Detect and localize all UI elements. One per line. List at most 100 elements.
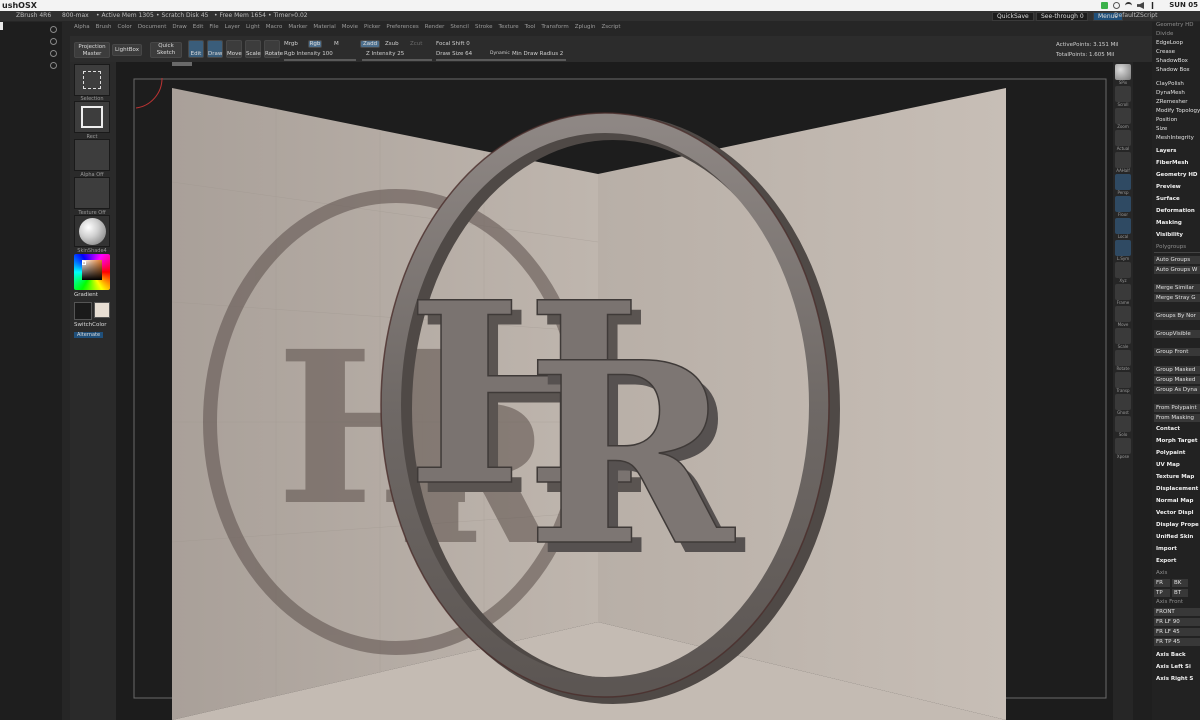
subpalette-texture-map[interactable]: Texture Map (1156, 474, 1194, 480)
shelf-xpose-button[interactable] (1115, 438, 1131, 454)
quicksave-button[interactable]: QuickSave (992, 12, 1034, 21)
menu-movie[interactable]: Movie (342, 24, 358, 30)
menu-stencil[interactable]: Stencil (450, 24, 469, 30)
section-layers[interactable]: Layers (1156, 148, 1176, 154)
shelf-rotate-button[interactable] (1115, 350, 1131, 366)
polygroup-button-11[interactable]: From Masking (1154, 414, 1200, 422)
axis-list-2[interactable]: FR LF 45 (1154, 628, 1200, 636)
quick-sketch-button[interactable]: Quick Sketch (150, 42, 182, 58)
menu-edit[interactable]: Edit (193, 24, 204, 30)
subpalette-displacement[interactable]: Displacement (1156, 486, 1198, 492)
shelf-scroll-button[interactable] (1115, 86, 1131, 102)
secondary-color-swatch[interactable] (94, 302, 110, 318)
clock[interactable]: SUN 05 (1169, 1, 1198, 9)
rect-swatch[interactable] (74, 101, 110, 133)
section-surface[interactable]: Surface (1156, 196, 1180, 202)
tool-top-0[interactable]: Geometry HD (1156, 22, 1194, 28)
power-icon[interactable] (1151, 2, 1154, 9)
color-picker[interactable] (74, 254, 110, 290)
draw-size-slider[interactable]: Draw Size 64 (436, 51, 472, 57)
tool-top-2[interactable]: EdgeLoop (1156, 40, 1183, 46)
axis-bottom-1[interactable]: Axis Left Si (1156, 664, 1191, 670)
subpalette-import[interactable]: Import (1156, 546, 1177, 552)
axis-bottom-2[interactable]: Axis Right S (1156, 676, 1193, 682)
subpalette-normal-map[interactable]: Normal Map (1156, 498, 1193, 504)
rgb-button[interactable]: Rgb (308, 40, 322, 48)
material-swatch[interactable] (74, 215, 110, 247)
alpha-swatch[interactable] (74, 139, 110, 171)
tool-top-8[interactable]: ZRemesher (1156, 99, 1187, 105)
axis-tp-button[interactable]: TP (1154, 589, 1170, 597)
dock-refresh-icon-1[interactable] (50, 26, 57, 33)
battery-icon[interactable] (1101, 2, 1108, 9)
polygroup-button-0[interactable]: Auto Groups (1154, 256, 1200, 264)
lightbox-button[interactable]: LightBox (112, 44, 142, 56)
main-color-swatch[interactable] (74, 302, 92, 320)
zsub-button[interactable]: Zsub (385, 41, 399, 47)
canvas-viewport[interactable]: H R H H R R (116, 62, 1117, 720)
subpalette-unified-skin[interactable]: Unified Skin (1156, 534, 1193, 540)
tool-top-6[interactable]: ClayPolish (1156, 81, 1184, 87)
section-geometry-hd[interactable]: Geometry HD (1156, 172, 1198, 178)
mrgb-button[interactable]: Mrgb (284, 41, 298, 47)
polygroup-button-7[interactable]: Group Masked (1154, 366, 1200, 374)
scale-button[interactable]: Scale (245, 40, 261, 58)
section-deformation[interactable]: Deformation (1156, 208, 1195, 214)
menu-brush[interactable]: Brush (96, 24, 112, 30)
focal-shift-slider[interactable]: Focal Shift 0 (436, 41, 470, 47)
subpalette-uv-map[interactable]: UV Map (1156, 462, 1180, 468)
tool-top-12[interactable]: MeshIntegrity (1156, 135, 1194, 141)
switchcolor-button[interactable]: SwitchColor (74, 322, 107, 328)
rgb-intensity-slider[interactable]: Rgb Intensity 100 (284, 51, 333, 57)
shelf-xyz-button[interactable] (1115, 262, 1131, 278)
canvas-drawing[interactable]: H R H H R R (116, 62, 1117, 720)
menu-alpha[interactable]: Alpha (74, 24, 90, 30)
menu-zscript[interactable]: Zscript (601, 24, 620, 30)
subpalette-export[interactable]: Export (1156, 558, 1176, 564)
axis-list-3[interactable]: FR TP 45 (1154, 638, 1200, 646)
zadd-button[interactable]: Zadd (360, 40, 380, 48)
shelf-persp-button[interactable] (1115, 174, 1131, 190)
section-visibility[interactable]: Visibility (1156, 232, 1183, 238)
shelf-ghost-button[interactable] (1115, 394, 1131, 410)
shelf-solo-button[interactable] (1115, 416, 1131, 432)
shelf-spix-button[interactable] (1115, 64, 1131, 80)
dock-refresh-icon-2[interactable] (50, 38, 57, 45)
polygroup-button-6[interactable]: Group Front (1154, 348, 1200, 356)
edit-button[interactable]: Edit (188, 40, 204, 58)
tool-top-10[interactable]: Position (1156, 117, 1177, 123)
shelf-move-button[interactable] (1115, 306, 1131, 322)
menu-preferences[interactable]: Preferences (386, 24, 418, 30)
polygroup-button-3[interactable]: Merge Stray G (1154, 294, 1200, 302)
dock-refresh-icon-4[interactable] (50, 62, 57, 69)
see-through-slider[interactable]: See-through 0 (1036, 12, 1088, 21)
shelf-frame-button[interactable] (1115, 284, 1131, 300)
zcut-button[interactable]: Zcut (410, 41, 422, 47)
menu-layer[interactable]: Layer (225, 24, 240, 30)
app-name[interactable]: ushOSX (2, 1, 37, 10)
tool-top-3[interactable]: Crease (1156, 49, 1175, 55)
axis-list-0[interactable]: FRONT (1154, 608, 1200, 616)
polygroup-button-9[interactable]: Group As Dyna (1154, 386, 1200, 394)
shelf-aahalf-button[interactable] (1115, 152, 1131, 168)
tool-top-11[interactable]: Size (1156, 126, 1167, 132)
draw-size-track[interactable] (436, 59, 566, 61)
section-polygroups[interactable]: Polygroups (1156, 244, 1186, 250)
menu-document[interactable]: Document (138, 24, 167, 30)
shelf-floor-button[interactable] (1115, 196, 1131, 212)
alternate-button[interactable]: Alternate (74, 332, 104, 338)
dynamic-button[interactable]: Dynamic (490, 51, 510, 56)
color-cursor-icon[interactable] (82, 261, 86, 265)
polygroup-button-1[interactable]: Auto Groups W (1154, 266, 1200, 274)
m-button[interactable]: M (334, 41, 339, 47)
min-draw-radius-slider[interactable]: Min Draw Radius 2 (512, 51, 563, 57)
rotate-button[interactable]: Rotate (264, 40, 283, 58)
draw-button[interactable]: Draw (207, 40, 223, 58)
polygroup-button-4[interactable]: Groups By Nor (1154, 312, 1200, 320)
axis-bottom-0[interactable]: Axis Back (1156, 652, 1186, 658)
z-intensity-track[interactable] (362, 59, 432, 61)
tool-top-9[interactable]: Modify Topology (1156, 108, 1200, 114)
polygroup-button-10[interactable]: From Polypaint (1154, 404, 1200, 412)
menu-stroke[interactable]: Stroke (475, 24, 493, 30)
menu-render[interactable]: Render (425, 24, 445, 30)
